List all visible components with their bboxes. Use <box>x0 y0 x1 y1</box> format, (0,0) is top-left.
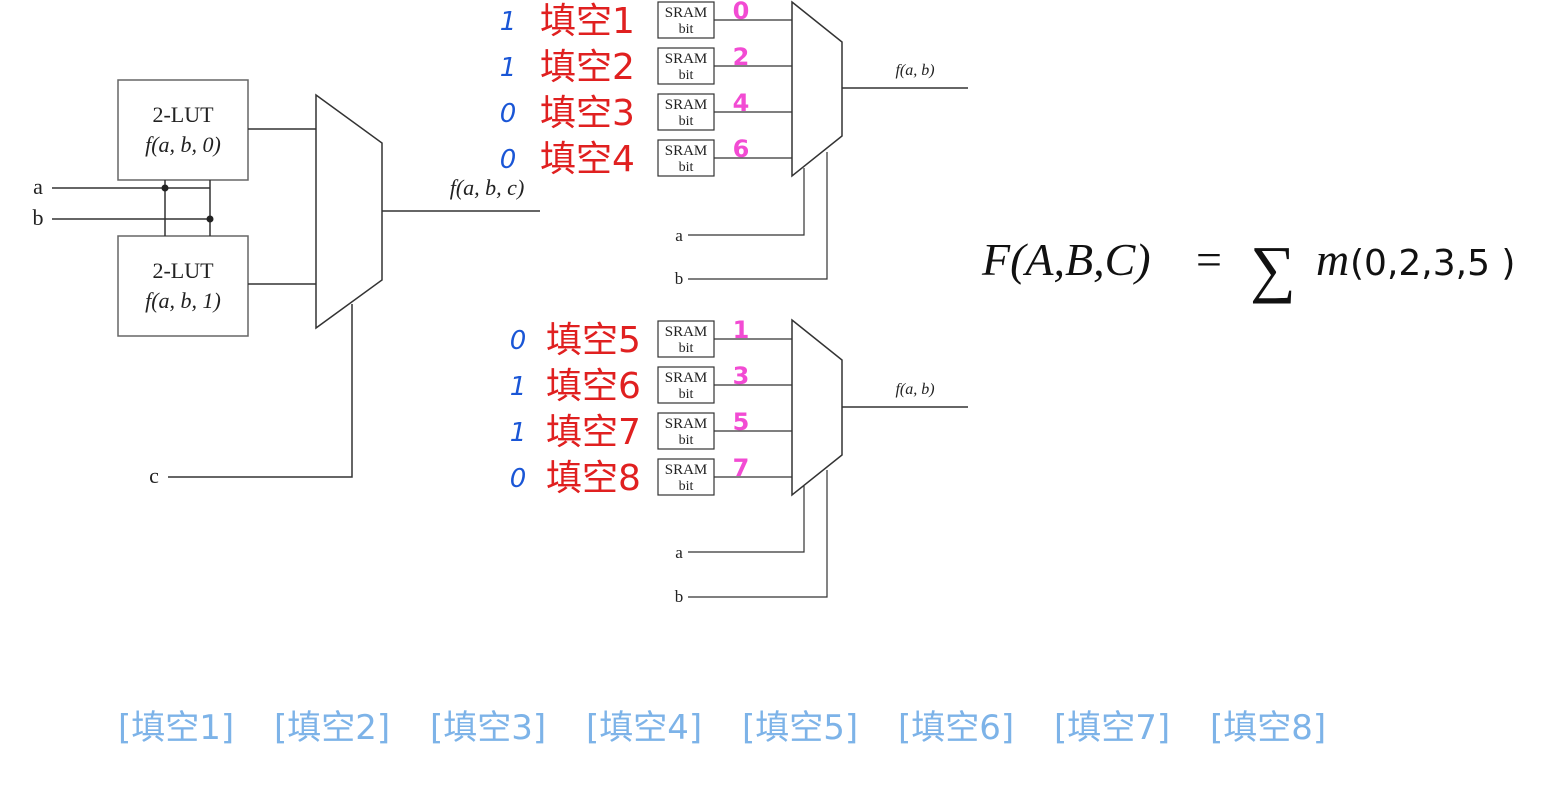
sram-bit-label: bit <box>679 433 694 448</box>
lut-top-title: 2-LUT <box>152 102 214 127</box>
handwritten-bit-1: 1 <box>500 7 517 37</box>
minterm-index-1: 0 <box>733 0 750 25</box>
handwritten-bit-4: 0 <box>500 145 517 175</box>
minterm-index-4: 6 <box>733 135 750 163</box>
mux-top-select-b: b <box>675 269 684 288</box>
formula-equals: = <box>1196 234 1222 285</box>
answer-field-4[interactable]: [填空4] <box>586 700 742 749</box>
blank-label-2: 填空2 <box>540 47 635 88</box>
sram-label: SRAM <box>665 97 708 113</box>
formula: F(A,B,C) = ∑ m (0,2,3,5 ) <box>981 233 1515 304</box>
sram-label: SRAM <box>665 51 708 67</box>
handwritten-bit-6: 1 <box>510 372 527 402</box>
lut-bottom: 2-LUT f(a, b, 1) <box>117 235 249 337</box>
sram-bit-label: bit <box>679 68 694 83</box>
sram-label: SRAM <box>665 324 708 340</box>
input-wires <box>52 180 211 236</box>
blank-label-4: 填空4 <box>540 139 635 180</box>
lut-bottom-title: 2-LUT <box>152 258 214 283</box>
blank-label-1: 填空1 <box>540 1 635 42</box>
lut-diagram: 2-LUT f(a, b, 0) 2-LUT f(a, b, 1) a b f(… <box>33 0 1516 606</box>
sram-label: SRAM <box>665 5 708 21</box>
mux-bottom <box>791 318 843 497</box>
formula-sigma: ∑ <box>1250 233 1296 304</box>
sram-bit-label: bit <box>679 22 694 37</box>
minterm-index-8: 7 <box>733 454 750 482</box>
mux-top <box>791 0 843 178</box>
sram-bit-label: bit <box>679 341 694 356</box>
sram-bit-label: bit <box>679 387 694 402</box>
blank-label-3: 填空3 <box>540 93 635 134</box>
input-b-label: b <box>33 205 44 230</box>
answer-field-6[interactable]: [填空6] <box>898 700 1054 749</box>
input-a-label: a <box>33 174 43 199</box>
mux-top-output-label: f(a, b) <box>895 62 934 79</box>
sram-label: SRAM <box>665 370 708 386</box>
formula-lhs: F(A,B,C) <box>981 234 1151 285</box>
handwritten-bit-3: 0 <box>500 99 517 129</box>
input-c-label: c <box>149 463 159 488</box>
sram-label: SRAM <box>665 462 708 478</box>
answer-field-8[interactable]: [填空8] <box>1210 700 1366 749</box>
handwritten-bit-7: 1 <box>510 418 527 448</box>
blank-label-7: 填空7 <box>546 412 641 453</box>
answer-field-1[interactable]: [填空1] <box>118 700 274 749</box>
mux-top-select-a: a <box>675 226 683 245</box>
answer-field-3[interactable]: [填空3] <box>430 700 586 749</box>
sram-cells: SRAMbit填空11 0SRAMbit填空21 2SRAMbit填空30 4SRAM… <box>500 0 792 499</box>
sram-bit-label: bit <box>679 479 694 494</box>
sram-bit-label: bit <box>679 114 694 129</box>
handwritten-bit-5: 0 <box>510 326 527 356</box>
lut-bottom-func: f(a, b, 1) <box>145 288 221 313</box>
answer-field-2[interactable]: [填空2] <box>274 700 430 749</box>
minterm-index-6: 3 <box>733 362 750 390</box>
main-output-label: f(a, b, c) <box>450 175 525 200</box>
answer-field-5[interactable]: [填空5] <box>742 700 898 749</box>
formula-m: m <box>1316 234 1349 285</box>
answer-field-7[interactable]: [填空7] <box>1054 700 1210 749</box>
lut-top: 2-LUT f(a, b, 0) <box>117 79 249 181</box>
minterm-index-7: 5 <box>733 408 750 436</box>
handwritten-bit-2: 1 <box>500 53 517 83</box>
sram-label: SRAM <box>665 143 708 159</box>
lut-top-func: f(a, b, 0) <box>145 132 221 157</box>
handwritten-bit-8: 0 <box>510 464 527 494</box>
sram-bit-label: bit <box>679 160 694 175</box>
minterm-index-3: 4 <box>733 89 750 117</box>
blank-label-5: 填空5 <box>546 320 641 361</box>
minterm-index-5: 1 <box>733 316 750 344</box>
main-mux <box>315 93 383 330</box>
blank-label-8: 填空8 <box>546 458 641 499</box>
formula-terms: (0,2,3,5 ) <box>1350 243 1515 284</box>
answer-fields: [填空1] [填空2] [填空3] [填空4] [填空5] [填空6] [填空7… <box>118 700 1366 749</box>
blank-label-6: 填空6 <box>546 366 641 407</box>
minterm-index-2: 2 <box>733 43 750 71</box>
mux-bottom-select-a: a <box>675 543 683 562</box>
mux-bottom-output-label: f(a, b) <box>895 381 934 398</box>
sram-label: SRAM <box>665 416 708 432</box>
mux-bottom-select-b: b <box>675 587 684 606</box>
